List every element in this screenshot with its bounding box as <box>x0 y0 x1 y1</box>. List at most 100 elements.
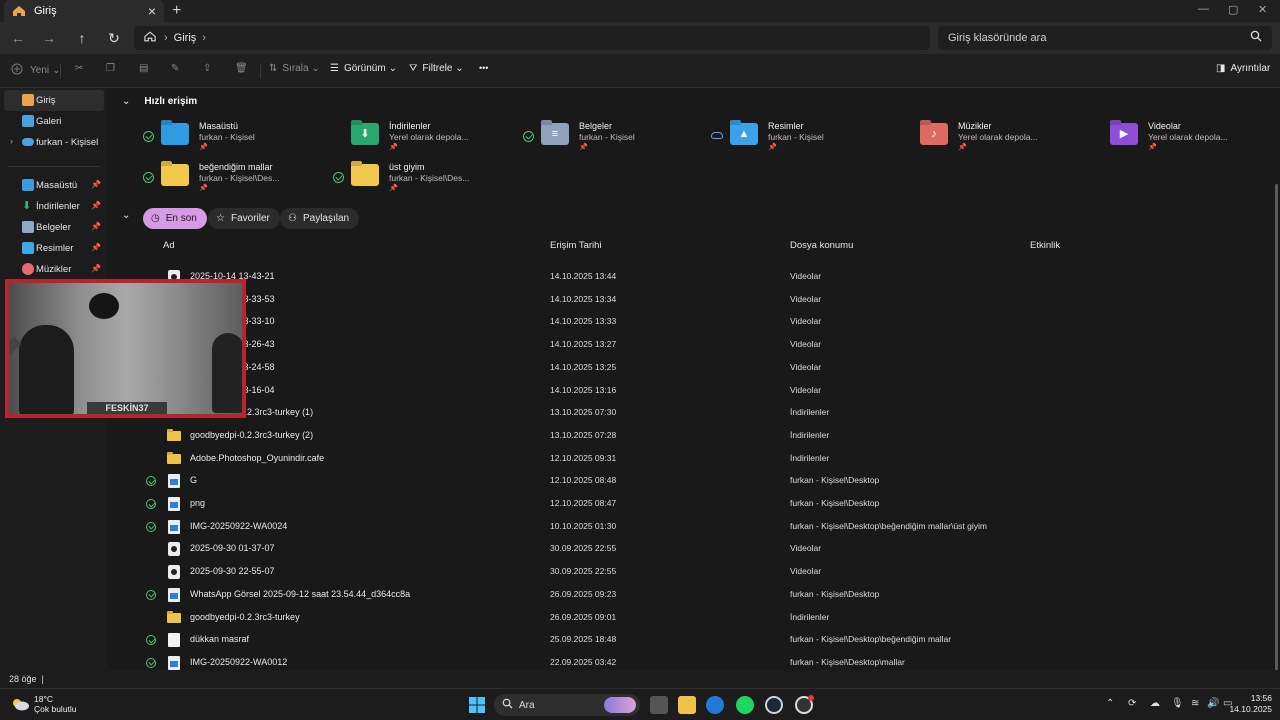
sidebar-item-masaustu[interactable]: Masaüstü 📌 <box>4 175 104 196</box>
breadcrumb-giris[interactable]: Giriş <box>174 32 197 44</box>
recent-section-toggle[interactable]: ⌄ <box>122 210 144 221</box>
new-button[interactable]: Yeni ⌄ <box>11 63 61 77</box>
table-row[interactable]: 2025-10-14 13-43-21 14.10.2025 13:44 Video… <box>143 266 1273 288</box>
quick-access-name: Videolar <box>1148 121 1181 131</box>
copy-icon[interactable]: ❐ <box>106 63 115 74</box>
home-icon[interactable] <box>144 31 156 45</box>
more-options-button[interactable]: ••• <box>479 63 488 73</box>
task-view-icon[interactable] <box>650 696 668 714</box>
sidebar-item-galeri[interactable]: Galeri <box>4 111 104 132</box>
windows-start-icon[interactable] <box>468 696 486 714</box>
quick-access-item[interactable]: ⬇ İndirilenler Yerel olarak depola... 📌 <box>333 121 518 161</box>
quick-access-location: Yerel olarak depola... <box>1148 132 1228 142</box>
column-name-header[interactable]: Ad <box>163 240 175 251</box>
minimize-button[interactable]: — <box>1198 3 1209 15</box>
chevron-down-icon[interactable]: ⌄ <box>122 210 130 221</box>
table-row[interactable]: goodbyedpi-0.2.3rc3-turkey (1) 13.10.2025… <box>143 402 1273 424</box>
table-row[interactable]: 2025-10-14 13-16-0414.10.2025 13:16Video… <box>143 380 1273 402</box>
table-row[interactable]: WhatsApp Görsel 2025-09-12 saat 23.54.44… <box>143 584 1273 606</box>
microphone-icon[interactable]: 🎙 <box>1171 698 1184 709</box>
volume-icon[interactable]: 🔊 <box>1207 698 1219 709</box>
image-file-icon <box>168 587 180 602</box>
cut-icon[interactable]: ✂ <box>75 63 83 74</box>
quick-access-item[interactable]: üst giyim furkan - Kişisel\Des... 📌 <box>333 162 518 202</box>
quick-access-item[interactable]: ▲ Resimler furkan - Kişisel 📌 <box>711 121 897 161</box>
spotify-icon[interactable] <box>736 696 754 714</box>
sort-button[interactable]: ⇅ Sırala ⌄ <box>269 63 320 74</box>
sidebar-item-muzikler[interactable]: Müzikler 📌 <box>4 259 104 280</box>
table-row[interactable]: png 12.10.2025 08:47 furkan - Kişisel\Desk… <box>143 493 1273 515</box>
table-row[interactable]: 2025-09-30 22-55-07 30.09.2025 22:55 Video… <box>143 561 1273 583</box>
details-button[interactable]: ◨ Ayrıntılar <box>1216 63 1270 74</box>
column-access-date-header[interactable]: Erişim Tarihi <box>550 240 602 251</box>
taskbar-search[interactable]: Ara <box>494 694 640 716</box>
file-explorer-icon[interactable] <box>678 696 696 714</box>
table-row[interactable]: goodbyedpi-0.2.3rc3-turkey (2) 13.10.2025… <box>143 425 1273 447</box>
table-row[interactable]: 2025-10-14 13-33-1014.10.2025 13:33Video… <box>143 311 1273 333</box>
file-access-date: 14.10.2025 13:27 <box>550 339 617 350</box>
edge-icon[interactable] <box>706 696 724 714</box>
file-access-date: 13.10.2025 07:28 <box>550 429 617 440</box>
table-row[interactable]: IMG-20250922-WA0024 10.10.2025 01:30 furka… <box>143 516 1273 538</box>
chevron-right-icon[interactable]: › <box>10 136 13 146</box>
table-row[interactable]: 2025-10-14 13-33-5314.10.2025 13:34Video… <box>143 289 1273 311</box>
sidebar-item-resimler[interactable]: Resimler 📌 <box>4 238 104 259</box>
table-row[interactable]: G 12.10.2025 08:48 furkan - Kişisel\Deskto… <box>143 470 1273 492</box>
quick-access-name: beğendiğim mallar <box>199 162 273 172</box>
search-icon[interactable] <box>1250 30 1264 44</box>
quick-access-item[interactable]: ♪ Müzikler Yerel olarak depola... 📌 <box>902 121 1087 161</box>
table-row[interactable]: 2025-09-30 01-37-07 30.09.2025 22:55 Video… <box>143 538 1273 560</box>
chevron-up-icon[interactable]: ⌃ <box>1106 698 1114 709</box>
tab-giris[interactable]: Giriş × <box>4 0 164 22</box>
share-icon[interactable]: ⇪ <box>203 63 211 74</box>
wifi-icon[interactable]: ≋ <box>1191 698 1199 709</box>
search-input[interactable]: Giriş klasöründe ara <box>938 26 1272 50</box>
folder-icon <box>351 164 379 186</box>
close-window-button[interactable]: ✕ <box>1258 3 1267 16</box>
rename-icon[interactable]: ✎ <box>171 63 179 74</box>
sidebar-item-belgeler[interactable]: Belgeler 📌 <box>4 217 104 238</box>
tab-close-button[interactable]: × <box>148 3 156 19</box>
breadcrumb-separator[interactable]: › <box>202 32 206 44</box>
filter-button[interactable]: ⛛ Filtrele ⌄ <box>409 63 464 74</box>
onedrive-cloud-icon[interactable]: ☁ <box>1150 698 1160 709</box>
table-row[interactable]: 2025-10-14 13-24-5814.10.2025 13:25Video… <box>143 357 1273 379</box>
quick-access-item[interactable]: beğendiğim mallar furkan - Kişisel\Des...… <box>143 162 328 202</box>
table-row[interactable]: dükkan masraf 25.09.2025 18:48 furkan - Ki… <box>143 629 1273 651</box>
forward-arrow-icon[interactable]: → <box>38 28 60 48</box>
weather-widget[interactable]: 18°C Çok bulutlu <box>10 694 77 714</box>
quick-access-item[interactable]: ▶ Videolar Yerel olarak depola... 📌 <box>1092 121 1277 161</box>
file-name: png <box>190 498 206 508</box>
chevron-down-icon[interactable]: ⌄ <box>122 96 130 107</box>
up-arrow-icon[interactable]: ↑ <box>71 28 93 48</box>
column-location-header[interactable]: Dosya konumu <box>790 240 853 251</box>
pin-icon: 📌 <box>91 243 101 252</box>
delete-icon[interactable]: 🗑 <box>235 63 248 74</box>
sidebar-item-onedrive[interactable]: › furkan - Kişisel <box>4 132 104 153</box>
tab-favorites[interactable]: ☆ Favoriler <box>208 208 280 229</box>
sidebar-item-indirilenler[interactable]: ⬇ İndirilenler 📌 <box>4 196 104 217</box>
scrollbar[interactable] <box>1275 184 1278 720</box>
refresh-icon[interactable]: ↻ <box>103 28 125 48</box>
address-bar[interactable]: › Giriş › <box>134 26 930 50</box>
table-row[interactable]: Adobe.Photoshop_Oyunindir.cafe 12.10.2025… <box>143 448 1273 470</box>
tab-shared[interactable]: ⚇ Paylaşılan <box>280 208 360 229</box>
restore-button[interactable]: ▢ <box>1228 3 1238 16</box>
back-arrow-icon[interactable]: ← <box>7 28 29 48</box>
quick-access-item[interactable]: ≡ Belgeler furkan - Kişisel 📌 <box>523 121 708 161</box>
table-row[interactable]: 2025-10-14 13-26-4314.10.2025 13:27Video… <box>143 334 1273 356</box>
sidebar-item-giris[interactable]: Giriş <box>4 90 104 111</box>
column-activity-header[interactable]: Etkinlik <box>1030 240 1060 251</box>
paste-icon[interactable]: ▤ <box>139 63 148 74</box>
file-access-date: 14.10.2025 13:33 <box>550 316 617 327</box>
quick-access-header[interactable]: ⌄ Hızlı erişim <box>122 96 197 107</box>
file-location: İndirilenler <box>790 407 830 418</box>
clock[interactable]: 13:56 14.10.2025 <box>1229 693 1272 715</box>
sync-icon[interactable]: ⟳ <box>1128 698 1136 709</box>
new-tab-button[interactable]: + <box>172 2 181 20</box>
view-button[interactable]: ☰ Görünüm ⌄ <box>330 63 397 74</box>
tab-recent[interactable]: ◷ En son <box>143 208 207 229</box>
steam-icon[interactable] <box>765 696 783 714</box>
table-row[interactable]: goodbyedpi-0.2.3rc3-turkey 26.09.2025 09:… <box>143 607 1273 629</box>
quick-access-item[interactable]: Masaüstü furkan - Kişisel 📌 <box>143 121 328 161</box>
